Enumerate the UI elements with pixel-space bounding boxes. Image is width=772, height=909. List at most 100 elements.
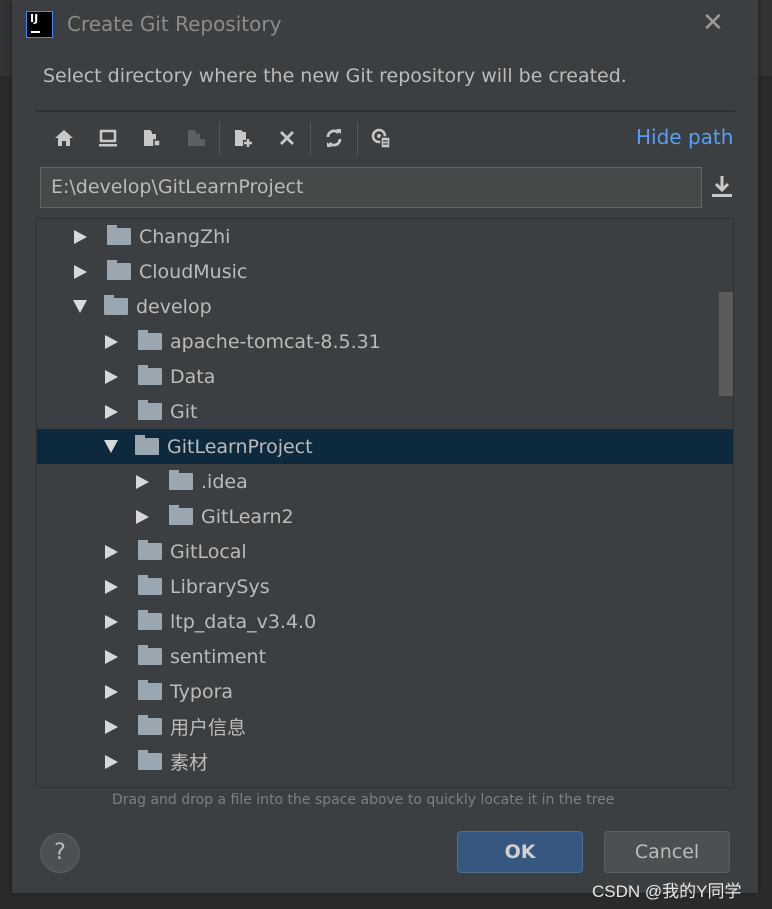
module-folder-button	[174, 121, 218, 155]
project-folder-icon	[144, 130, 161, 147]
tree-item[interactable]: apache-tomcat-8.5.31	[37, 324, 733, 359]
module-folder-icon	[188, 130, 205, 146]
folder-icon	[107, 260, 131, 280]
tree-item-label: sentiment	[170, 645, 267, 668]
desktop-button[interactable]	[86, 121, 130, 155]
tree-item-label: GitLocal	[170, 540, 247, 563]
tree-item-label: Typora	[170, 680, 234, 703]
tree-item[interactable]: 用户信息	[37, 709, 733, 744]
expand-arrow-right-icon[interactable]	[136, 509, 149, 524]
expand-arrow-right-icon[interactable]	[105, 614, 118, 629]
tree-item-label: LibrarySys	[170, 575, 270, 598]
tree-item[interactable]: Data	[37, 359, 733, 394]
tree-item-label: CloudMusic	[139, 260, 248, 283]
expand-arrow-right-icon[interactable]	[74, 229, 87, 244]
toolbar-separator	[310, 121, 311, 155]
expand-arrow-right-icon[interactable]	[136, 474, 149, 489]
tree-item[interactable]: .idea	[37, 464, 733, 499]
expand-arrow-right-icon[interactable]	[105, 684, 118, 699]
home-button[interactable]	[42, 121, 86, 155]
ok-button[interactable]: OK	[457, 831, 583, 873]
folder-icon	[135, 435, 159, 455]
folder-icon	[138, 365, 162, 385]
expand-arrow-right-icon[interactable]	[105, 649, 118, 664]
folder-icon	[104, 295, 128, 315]
toolbar-separator	[219, 121, 220, 155]
expand-arrow-down-icon[interactable]	[73, 300, 87, 313]
expand-arrow-down-icon[interactable]	[104, 440, 118, 453]
refresh-icon	[326, 129, 342, 147]
folder-icon	[138, 715, 162, 735]
tree-item[interactable]: ChangZhi	[37, 219, 733, 254]
directory-tree[interactable]: 素材 用户信息 Typora sentiment ltp_data_v3.4.0 Libr…	[36, 218, 734, 788]
watermark: CSDN @我的Y同学	[592, 882, 742, 901]
tree-item[interactable]: GitLocal	[37, 534, 733, 569]
tree-item-label: 素材	[170, 752, 209, 774]
drag-drop-hint: Drag and drop a file into the space abov…	[112, 792, 615, 808]
divider	[35, 110, 735, 112]
tree-item[interactable]: Typora	[37, 674, 733, 709]
tree-item-label: ltp_data_v3.4.0	[170, 610, 317, 633]
expand-arrow-right-icon[interactable]	[105, 369, 118, 384]
folder-icon	[138, 680, 162, 700]
expand-arrow-right-icon[interactable]	[74, 264, 87, 279]
delete-icon	[280, 131, 294, 145]
expand-arrow-right-icon[interactable]	[105, 719, 118, 734]
tree-item[interactable]: sentiment	[37, 639, 733, 674]
expand-arrow-right-icon[interactable]	[105, 579, 118, 594]
tree-item-label: Data	[170, 365, 216, 388]
tree-item-label: .idea	[201, 470, 248, 493]
intellij-logo-icon: IJ	[26, 11, 53, 38]
tree-item-label: Git	[170, 400, 198, 423]
folder-icon	[138, 400, 162, 420]
hide-path-link[interactable]: Hide path	[636, 125, 733, 149]
show-hidden-button[interactable]	[359, 121, 403, 155]
toolbar-separator	[357, 121, 358, 155]
folder-icon	[138, 540, 162, 560]
tree-item[interactable]: CloudMusic	[37, 254, 733, 289]
tree-scrollbar[interactable]	[719, 292, 733, 396]
path-input[interactable]: E:\develop\GitLearnProject	[40, 167, 702, 208]
expand-arrow-right-icon[interactable]	[105, 404, 118, 419]
folder-icon	[138, 575, 162, 595]
toolbar	[42, 120, 403, 156]
expand-arrow-right-icon[interactable]	[105, 334, 118, 349]
tree-item[interactable]: Git	[37, 394, 733, 429]
tree-item[interactable]: GitLearnProject	[37, 429, 733, 464]
tree-item[interactable]: develop	[37, 289, 733, 324]
folder-icon	[138, 330, 162, 350]
expand-arrow-right-icon[interactable]	[105, 544, 118, 559]
folder-icon	[138, 645, 162, 665]
folder-icon	[138, 610, 162, 630]
tree-item-label: 用户信息	[170, 717, 247, 739]
help-button[interactable]: ?	[40, 833, 80, 873]
tree-item[interactable]: LibrarySys	[37, 569, 733, 604]
cancel-button[interactable]: Cancel	[604, 831, 730, 873]
show-hidden-icon	[371, 128, 391, 149]
folder-icon	[169, 470, 193, 490]
download-arrow-icon	[712, 176, 732, 197]
tree-item[interactable]: GitLearn2	[37, 499, 733, 534]
tree-item-label: develop	[136, 295, 212, 318]
home-icon	[55, 130, 73, 146]
tree-item-label: GitLearnProject	[167, 435, 313, 458]
close-button[interactable]: ✕	[702, 8, 724, 38]
new-folder-icon	[235, 130, 252, 147]
folder-icon	[107, 225, 131, 245]
desktop-icon	[99, 129, 117, 147]
folder-icon	[169, 505, 193, 525]
dialog-title: Create Git Repository	[67, 12, 282, 36]
delete-button[interactable]	[265, 121, 309, 155]
tree-item[interactable]: 素材	[37, 744, 733, 779]
tree-item[interactable]: ltp_data_v3.4.0	[37, 604, 733, 639]
tree-item-label: ChangZhi	[139, 225, 231, 248]
tree-item-label: GitLearn2	[201, 505, 294, 528]
expand-arrow-right-icon[interactable]	[105, 754, 118, 769]
create-git-repository-dialog: IJ Create Git Repository ✕ Select direct…	[12, 0, 758, 893]
history-dropdown-button[interactable]	[710, 174, 734, 200]
new-folder-button[interactable]	[221, 121, 265, 155]
tree-item-label: apache-tomcat-8.5.31	[170, 330, 381, 353]
dialog-description: Select directory where the new Git repos…	[43, 65, 627, 87]
project-folder-button[interactable]	[130, 121, 174, 155]
refresh-button[interactable]	[312, 121, 356, 155]
